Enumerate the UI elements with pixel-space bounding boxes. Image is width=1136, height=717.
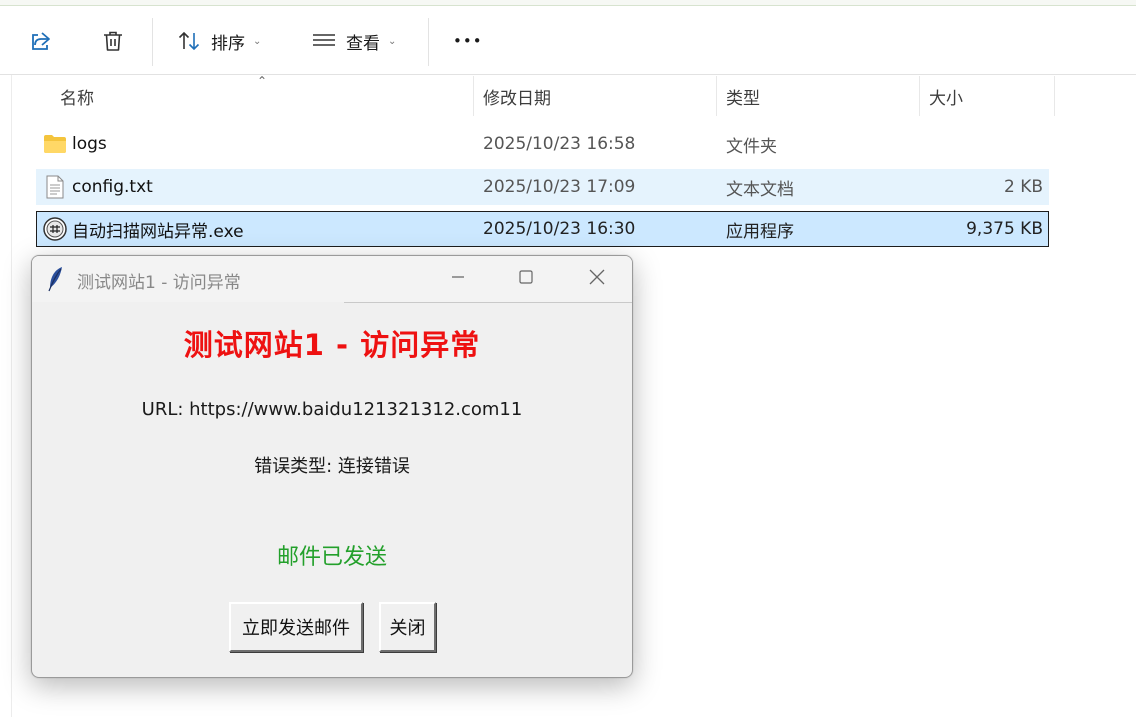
toolbar-separator xyxy=(428,18,429,66)
file-name: config.txt xyxy=(72,177,153,197)
close-icon xyxy=(588,268,606,290)
more-options-button[interactable]: ••• xyxy=(453,20,483,62)
chevron-down-icon: ⌄ xyxy=(253,35,262,47)
close-window-button[interactable] xyxy=(574,262,620,296)
dialog-title-divider xyxy=(344,302,632,303)
alert-url: URL: https://www.baidu121321312.com11 xyxy=(141,399,523,420)
column-divider[interactable] xyxy=(1054,76,1055,116)
column-header-name[interactable]: 名称 xyxy=(50,76,473,116)
folder-icon xyxy=(42,131,68,157)
trash-icon xyxy=(100,28,126,54)
view-label: 查看 xyxy=(346,33,380,54)
file-explorer-window: 排序 ⌄ 查看 ⌄ ••• ⌃ 名称 修改日期 类型 大小 logs 2025/… xyxy=(0,0,1136,717)
sort-icon xyxy=(176,28,202,54)
file-row[interactable]: logs 2025/10/23 16:58 文件夹 xyxy=(36,126,1049,162)
exe-icon xyxy=(42,216,68,242)
maximize-button[interactable] xyxy=(503,262,549,296)
file-type: 文本文档 xyxy=(726,179,794,200)
close-button[interactable]: 关闭 xyxy=(379,602,436,652)
minimize-icon xyxy=(450,269,466,289)
delete-button[interactable] xyxy=(100,20,126,62)
minimize-button[interactable] xyxy=(435,262,481,296)
dialog-title-bar[interactable]: 测试网站1 - 访问异常 xyxy=(32,256,632,302)
toolbar-separator xyxy=(152,18,153,66)
view-button[interactable]: 查看 ⌄ xyxy=(311,20,396,62)
column-header-name-label: 名称 xyxy=(60,88,94,109)
file-modified: 2025/10/23 16:30 xyxy=(483,219,636,239)
sort-button[interactable]: 排序 ⌄ xyxy=(176,20,261,62)
alert-error-type: 错误类型: 连接错误 xyxy=(254,456,410,477)
alert-heading: 测试网站1 - 访问异常 xyxy=(183,328,481,362)
column-header-size[interactable]: 大小 xyxy=(919,76,1054,116)
maximize-icon xyxy=(518,269,534,289)
navigation-pane-edge xyxy=(0,75,12,717)
send-email-button[interactable]: 立即发送邮件 xyxy=(229,602,363,652)
file-type: 文件夹 xyxy=(726,136,777,157)
share-button[interactable] xyxy=(28,20,54,62)
file-size: 2 KB xyxy=(1003,177,1043,197)
file-type: 应用程序 xyxy=(726,221,794,242)
column-header-modified[interactable]: 修改日期 xyxy=(473,76,716,116)
sort-label: 排序 xyxy=(211,33,245,54)
email-status: 邮件已发送 xyxy=(276,545,387,570)
column-header-type[interactable]: 类型 xyxy=(716,76,919,116)
chevron-down-icon: ⌄ xyxy=(388,35,397,47)
dialog-title: 测试网站1 - 访问异常 xyxy=(77,273,241,293)
column-header-modified-label: 修改日期 xyxy=(483,88,551,109)
alert-dialog: 测试网站1 - 访问异常 测试网站1 - 访问异常 URL: https://w… xyxy=(31,255,633,678)
file-name: 自动扫描网站异常.exe xyxy=(72,221,244,242)
file-modified: 2025/10/23 16:58 xyxy=(483,134,636,154)
file-name: logs xyxy=(72,134,107,154)
file-row[interactable]: 自动扫描网站异常.exe 2025/10/23 16:30 应用程序 9,375… xyxy=(36,211,1049,247)
file-row[interactable]: config.txt 2025/10/23 17:09 文本文档 2 KB xyxy=(36,169,1049,205)
more-icon: ••• xyxy=(453,32,483,50)
file-name-cell: logs xyxy=(42,126,107,162)
file-name-cell: config.txt xyxy=(42,169,153,205)
command-bar: 排序 ⌄ 查看 ⌄ ••• xyxy=(0,6,1136,75)
file-name-cell: 自动扫描网站异常.exe xyxy=(42,212,244,246)
feather-icon xyxy=(46,266,66,296)
view-list-icon xyxy=(311,28,337,54)
column-header-size-label: 大小 xyxy=(929,88,963,109)
file-modified: 2025/10/23 17:09 xyxy=(483,177,636,197)
text-file-icon xyxy=(42,174,68,200)
file-size: 9,375 KB xyxy=(966,219,1043,239)
column-header-type-label: 类型 xyxy=(726,88,760,109)
share-icon xyxy=(28,28,54,54)
